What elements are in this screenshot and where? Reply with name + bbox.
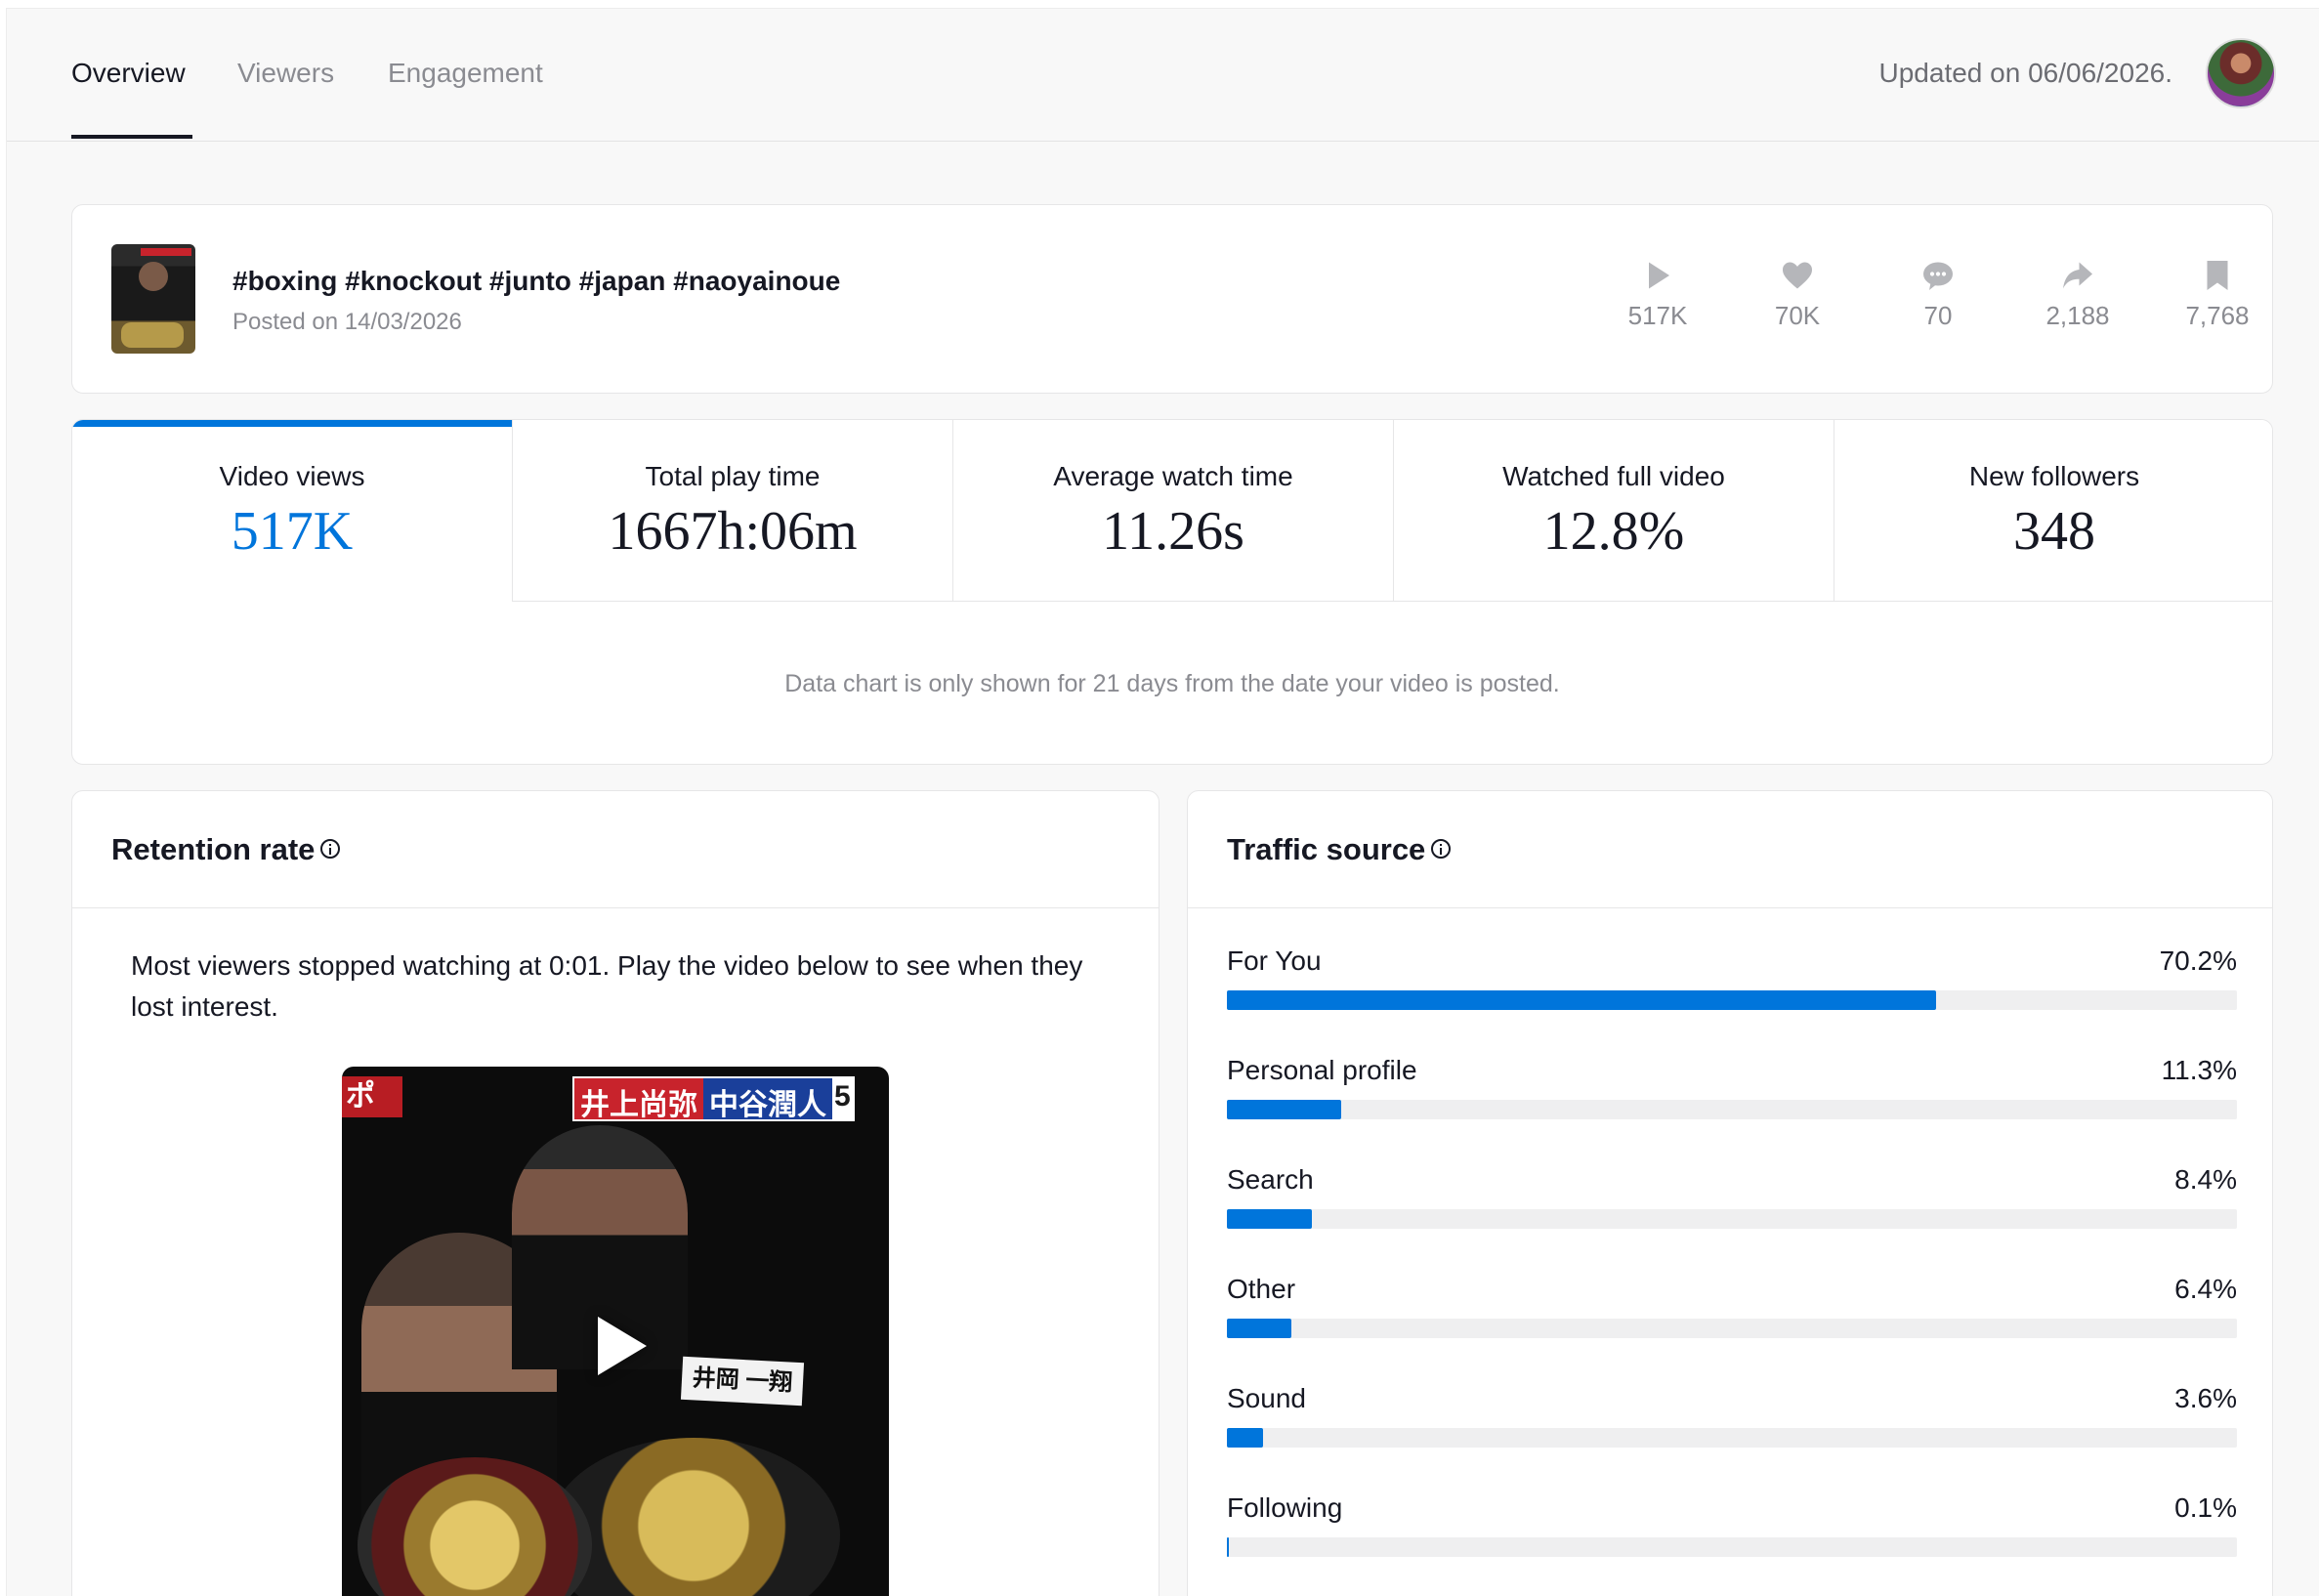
traffic-row-personal-profile: Personal profile 11.3% xyxy=(1227,1055,2237,1162)
metric-video-views[interactable]: Video views 517K xyxy=(72,420,513,602)
metric-value: 1667h:06m xyxy=(608,501,858,562)
traffic-bar-fill xyxy=(1227,1209,1312,1229)
tab-viewers[interactable]: Viewers xyxy=(237,58,334,89)
updated-timestamp: Updated on 06/06/2026. xyxy=(1878,58,2172,88)
name-card: 井岡 一翔 xyxy=(680,1356,805,1407)
play-icon[interactable] xyxy=(598,1317,647,1375)
metric-label: Watched full video xyxy=(1502,461,1725,491)
traffic-source-percent: 11.3% xyxy=(2161,1055,2237,1085)
metric-value: 348 xyxy=(2013,501,2095,562)
traffic-bar-fill xyxy=(1227,1428,1264,1448)
metric-label: Video views xyxy=(219,461,365,491)
traffic-source-name: Personal profile xyxy=(1227,1055,1417,1085)
traffic-row-for-you: For You 70.2% xyxy=(1227,945,2237,1053)
metric-label: Average watch time xyxy=(1053,461,1293,491)
metric-label: New followers xyxy=(1968,461,2140,491)
stat-views: 517K xyxy=(1604,258,1711,331)
panel-header: Retention rate xyxy=(72,791,1159,908)
panel-header: Traffic source xyxy=(1188,791,2272,908)
metric-total-play-time[interactable]: Total play time 1667h:06m xyxy=(513,420,953,602)
metric-value: 517K xyxy=(231,501,354,562)
traffic-bar-track xyxy=(1227,1209,2237,1229)
retention-description: Most viewers stopped watching at 0:01. P… xyxy=(131,950,1083,1022)
traffic-source-percent: 70.2% xyxy=(2159,945,2237,976)
traffic-source-name: For You xyxy=(1227,945,1322,976)
traffic-bar-track xyxy=(1227,990,2237,1010)
avatar[interactable] xyxy=(2206,38,2276,108)
analytics-page: Overview Viewers Engagement Updated on 0… xyxy=(6,8,2319,1596)
stat-shares: 2,188 xyxy=(2024,258,2131,331)
chart-availability-note: Data chart is only shown for 21 days fro… xyxy=(784,670,1560,697)
top-bar: Overview Viewers Engagement Updated on 0… xyxy=(7,9,2319,142)
metric-watched-full-video[interactable]: Watched full video 12.8% xyxy=(1394,420,1834,602)
tab-overview[interactable]: Overview xyxy=(71,58,186,89)
video-posted-date: Posted on 14/03/2026 xyxy=(232,309,462,335)
thumbnail-banner xyxy=(141,248,191,256)
traffic-row-sound: Sound 3.6% xyxy=(1227,1383,2237,1491)
info-icon[interactable] xyxy=(1431,838,1452,859)
traffic-bar-fill xyxy=(1227,1319,1292,1338)
video-overlay-tag: ポ xyxy=(342,1076,402,1117)
traffic-source-percent: 0.1% xyxy=(2174,1492,2237,1523)
traffic-title-text: Traffic source xyxy=(1227,832,1426,866)
stat-shares-value: 2,188 xyxy=(2045,301,2110,330)
video-info-card: #boxing #knockout #junto #japan #naoyain… xyxy=(71,204,2273,394)
traffic-source-percent: 8.4% xyxy=(2174,1164,2237,1195)
tab-engagement[interactable]: Engagement xyxy=(388,58,543,89)
retention-title-text: Retention rate xyxy=(111,832,316,866)
traffic-bar-fill xyxy=(1227,1537,1229,1557)
stat-comments: 70 xyxy=(1884,258,1992,331)
metric-value: 12.8% xyxy=(1542,501,1685,562)
traffic-source-name: Search xyxy=(1227,1164,1314,1195)
video-title[interactable]: #boxing #knockout #junto #japan #naoyain… xyxy=(232,266,840,297)
traffic-source-name: Other xyxy=(1227,1274,1296,1304)
traffic-row-search: Search 8.4% xyxy=(1227,1164,2237,1272)
metric-value: 11.26s xyxy=(1102,501,1244,562)
traffic-source-percent: 6.4% xyxy=(2174,1274,2237,1304)
traffic-bar-track xyxy=(1227,1100,2237,1119)
stat-likes: 70K xyxy=(1744,258,1851,331)
video-overlay-banner: 井上尚弥 中谷潤人 5 xyxy=(572,1076,855,1121)
traffic-source-percent: 3.6% xyxy=(2174,1383,2237,1413)
traffic-source-panel: Traffic source For You 70.2% Personal pr… xyxy=(1187,790,2273,1596)
traffic-source-name: Sound xyxy=(1227,1383,1306,1413)
stat-views-value: 517K xyxy=(1627,301,1688,330)
traffic-bar-fill xyxy=(1227,990,1936,1010)
championship-belt xyxy=(547,1438,840,1596)
metric-label: Total play time xyxy=(645,461,821,491)
video-thumbnail[interactable] xyxy=(111,244,195,354)
heart-icon xyxy=(1783,262,1812,289)
video-player[interactable]: ポ 井上尚弥 中谷潤人 5 井岡 一翔 xyxy=(342,1067,889,1596)
bookmark-icon xyxy=(2207,261,2228,290)
retention-title: Retention rate xyxy=(111,832,341,867)
stat-saves-value: 7,768 xyxy=(2185,301,2250,330)
comment-icon xyxy=(1923,262,1953,290)
traffic-row-other: Other 6.4% xyxy=(1227,1274,2237,1381)
traffic-bar-track xyxy=(1227,1428,2237,1448)
metric-new-followers[interactable]: New followers 348 xyxy=(1834,420,2272,602)
stat-saves: 7,768 xyxy=(2164,258,2271,331)
info-icon[interactable] xyxy=(320,838,341,859)
play-icon xyxy=(1649,262,1669,289)
traffic-title: Traffic source xyxy=(1227,832,1452,867)
traffic-source-name: Following xyxy=(1227,1492,1343,1523)
traffic-row-following: Following 0.1% xyxy=(1227,1492,2237,1596)
banner-red-text: 井上尚弥 xyxy=(574,1078,703,1121)
banner-blue-text: 中谷潤人 xyxy=(703,1078,832,1121)
banner-tail-text: 5 xyxy=(832,1078,853,1119)
active-tab-indicator xyxy=(71,135,192,139)
metric-average-watch-time[interactable]: Average watch time 11.26s xyxy=(953,420,1394,602)
retention-rate-panel: Retention rate Most viewers stopped watc… xyxy=(71,790,1160,1596)
traffic-bar-track xyxy=(1227,1537,2237,1557)
stat-comments-value: 70 xyxy=(1923,301,1953,330)
key-metrics-card: Video views 517K Total play time 1667h:0… xyxy=(71,419,2273,765)
traffic-bar-track xyxy=(1227,1319,2237,1338)
traffic-bar-fill xyxy=(1227,1100,1341,1119)
share-icon xyxy=(2063,262,2092,289)
stat-likes-value: 70K xyxy=(1774,301,1821,330)
